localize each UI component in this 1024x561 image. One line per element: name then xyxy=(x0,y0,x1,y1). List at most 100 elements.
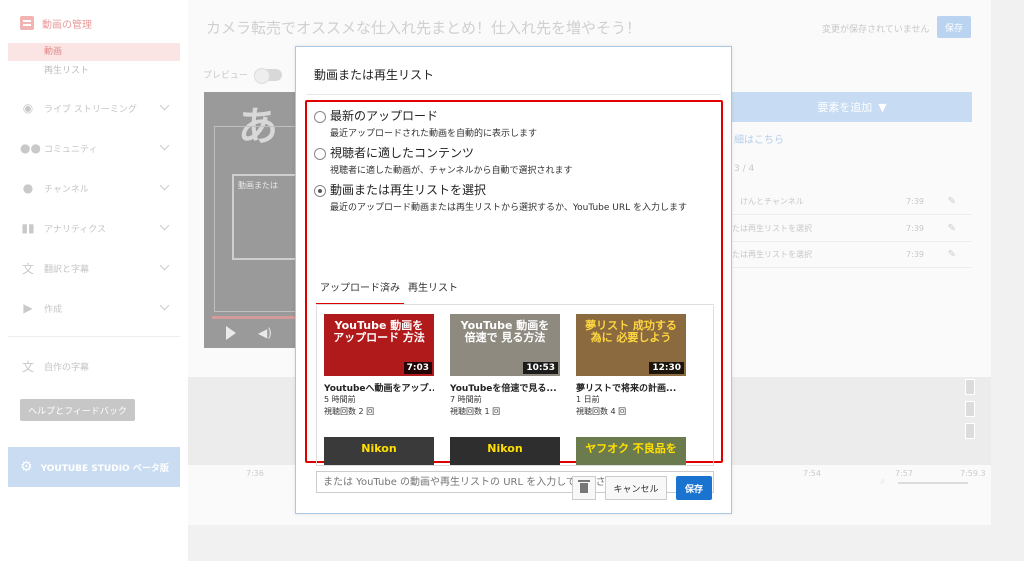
add-element-button[interactable]: 要素を追加 ▼ xyxy=(732,92,972,122)
end-screen-element-label: 動画または xyxy=(238,181,278,190)
element-row[interactable]: たは再生リストを選択 7:39 ✎ xyxy=(732,242,972,268)
source-tabs: アップロード済み 再生リスト xyxy=(316,281,462,305)
youtube-studio-beta-link[interactable]: ⚙ YOUTUBE STUDIO ベータ版 xyxy=(8,447,180,487)
timeline-tick: 7:59.3 xyxy=(960,469,986,478)
option-best-for-viewer[interactable]: 視聴者に適したコンテンツ 視聴者に適した動画が、チャンネルから自動で選択されます xyxy=(314,145,573,176)
gear-icon: ⚙ xyxy=(20,459,33,475)
sidebar-item-videos[interactable]: 動画 xyxy=(8,43,180,61)
caret-down-icon: ▼ xyxy=(878,100,887,114)
option-desc: 視聴者に適した動画が、チャンネルから自動で選択されます xyxy=(330,166,573,176)
option-desc: 最近のアップロード動画または再生リストから選択するか、YouTube URL を… xyxy=(330,203,687,213)
option-title: 動画または再生リストを選択 xyxy=(330,183,487,197)
thumbnail-text: Nikon xyxy=(487,442,523,455)
save-button-top[interactable]: 保存 xyxy=(937,16,971,38)
thumbnail-text: ヤフオク 不良品を xyxy=(585,442,677,455)
video-duration: 7:03 xyxy=(403,362,432,374)
sidebar-header-label: 動画の管理 xyxy=(42,19,92,31)
channel-icon: ● xyxy=(22,181,34,195)
timeline-handle[interactable] xyxy=(965,401,975,417)
play-icon[interactable] xyxy=(226,326,236,340)
cancel-button[interactable]: キャンセル xyxy=(605,476,667,500)
sidebar-item-video-manager[interactable]: 動画の管理 xyxy=(8,10,180,36)
live-icon: ◉ xyxy=(22,101,34,115)
timeline-tick: 7:57 xyxy=(895,469,913,478)
sidebar-item-label: コミュニティ xyxy=(44,144,98,155)
preview-toggle[interactable] xyxy=(254,67,283,84)
video-card[interactable]: YouTube 動画を アップロード 方法 7:03 Youtubeへ動画をアッ… xyxy=(324,314,434,418)
element-count: 3 / 4 xyxy=(734,164,755,174)
video-age: 5 時間前 xyxy=(324,395,356,404)
chevron-down-icon xyxy=(159,100,170,111)
video-card[interactable]: Nikon xyxy=(450,437,560,465)
tab-uploaded[interactable]: アップロード済み xyxy=(316,281,404,305)
details-link[interactable]: 細はこちら xyxy=(734,131,784,146)
video-title: YouTubeを倍速で見る... xyxy=(450,384,557,394)
sidebar-item-analytics[interactable]: ▮▮ アナリティクス xyxy=(8,216,180,240)
zoom-icon[interactable]: ⌕ xyxy=(880,476,886,487)
tabs-divider xyxy=(316,304,714,305)
video-thumbnail: Nikon xyxy=(324,437,434,465)
delete-button[interactable] xyxy=(572,476,596,500)
chevron-down-icon xyxy=(159,220,170,231)
sidebar: 動画の管理 動画 再生リスト ◉ ライブ ストリーミング ●● コミュニティ ●… xyxy=(0,0,188,561)
radio-select-video[interactable] xyxy=(314,185,326,197)
radio-latest-upload[interactable] xyxy=(314,111,326,123)
studio-label: YOUTUBE STUDIO ベータ版 xyxy=(40,463,169,474)
sidebar-divider xyxy=(8,336,180,337)
tab-playlists[interactable]: 再生リスト xyxy=(404,281,462,305)
volume-icon[interactable]: ◀) xyxy=(258,326,272,340)
video-card[interactable]: 夢リスト 成功する為に 必要しよう 12:30 夢リストで将来の計画... 1 … xyxy=(576,314,686,418)
sidebar-item-label: 作成 xyxy=(44,304,63,315)
element-row-text: けんとチャンネル xyxy=(740,197,804,206)
sidebar-item-label: ライブ ストリーミング xyxy=(44,104,137,115)
trash-icon xyxy=(578,480,590,493)
timeline-tick: 7:54 xyxy=(803,469,821,478)
video-card[interactable]: YouTube 動画を 倍速で 見る方法 10:53 YouTubeを倍速で見る… xyxy=(450,314,560,418)
create-icon: ▶ xyxy=(23,301,33,315)
video-title: Youtubeへ動画をアップ... xyxy=(324,384,434,394)
option-latest-upload[interactable]: 最新のアップロード 最近アップロードされた動画を自動的に表示します xyxy=(314,108,537,139)
video-manager-icon xyxy=(20,16,34,30)
save-button[interactable]: 保存 xyxy=(676,476,712,500)
element-row-time: 7:39 xyxy=(906,197,924,206)
element-row-text: たは再生リストを選択 xyxy=(732,224,812,233)
sidebar-item-community[interactable]: ●● コミュニティ xyxy=(8,136,180,160)
progress-bar[interactable] xyxy=(212,316,296,319)
preview-toggle-row: プレビュー xyxy=(203,67,283,84)
video-preview[interactable]: あ 動画または ◀) xyxy=(204,92,296,348)
sidebar-item-live[interactable]: ◉ ライブ ストリーミング xyxy=(8,96,180,120)
pencil-icon[interactable]: ✎ xyxy=(948,223,956,234)
sidebar-item-translations[interactable]: 文 翻訳と字幕 xyxy=(8,256,180,280)
pencil-icon[interactable]: ✎ xyxy=(948,249,956,260)
video-grid[interactable]: YouTube 動画を アップロード 方法 7:03 Youtubeへ動画をアッ… xyxy=(316,306,714,466)
chevron-down-icon xyxy=(159,260,170,271)
radio-best-for-viewer[interactable] xyxy=(314,148,326,160)
community-icon: ●● xyxy=(20,141,41,155)
sidebar-item-label: 翻訳と字幕 xyxy=(44,264,90,275)
element-row-text: たは再生リストを選択 xyxy=(732,250,812,259)
video-card[interactable]: ヤフオク 不良品を xyxy=(576,437,686,465)
thumbnail-text: YouTube 動画を アップロード 方法 xyxy=(333,319,425,344)
zoom-slider[interactable] xyxy=(898,482,968,484)
sidebar-item-my-subtitles[interactable]: 文 自作の字幕 xyxy=(8,354,180,378)
option-select-video[interactable]: 動画または再生リストを選択 最近のアップロード動画または再生リストから選択するか… xyxy=(314,182,687,213)
timeline-handle[interactable] xyxy=(965,379,975,395)
video-duration: 12:30 xyxy=(649,362,684,374)
video-thumbnail: YouTube 動画を 倍速で 見る方法 10:53 xyxy=(450,314,560,376)
sidebar-item-channel[interactable]: ● チャンネル xyxy=(8,176,180,200)
element-row[interactable]: たは再生リストを選択 7:39 ✎ xyxy=(732,216,972,242)
help-feedback-button[interactable]: ヘルプとフィードバック xyxy=(20,399,135,421)
pencil-icon[interactable]: ✎ xyxy=(948,196,956,207)
timeline-handle[interactable] xyxy=(965,423,975,439)
video-views: 視聴回数 2 回 xyxy=(324,407,375,416)
option-title: 視聴者に適したコンテンツ xyxy=(330,146,475,160)
sidebar-item-create[interactable]: ▶ 作成 xyxy=(8,296,180,320)
sidebar-item-label: チャンネル xyxy=(44,184,89,195)
video-card[interactable]: Nikon xyxy=(324,437,434,465)
thumbnail-text: YouTube 動画を 倍速で 見る方法 xyxy=(460,319,550,344)
translate-icon: 文 xyxy=(21,359,34,374)
element-row[interactable]: けんとチャンネル 7:39 ✎ xyxy=(732,189,972,215)
chevron-down-icon xyxy=(159,300,170,311)
video-thumbnail: ヤフオク 不良品を xyxy=(576,437,686,465)
sidebar-item-playlists[interactable]: 再生リスト xyxy=(8,62,180,80)
